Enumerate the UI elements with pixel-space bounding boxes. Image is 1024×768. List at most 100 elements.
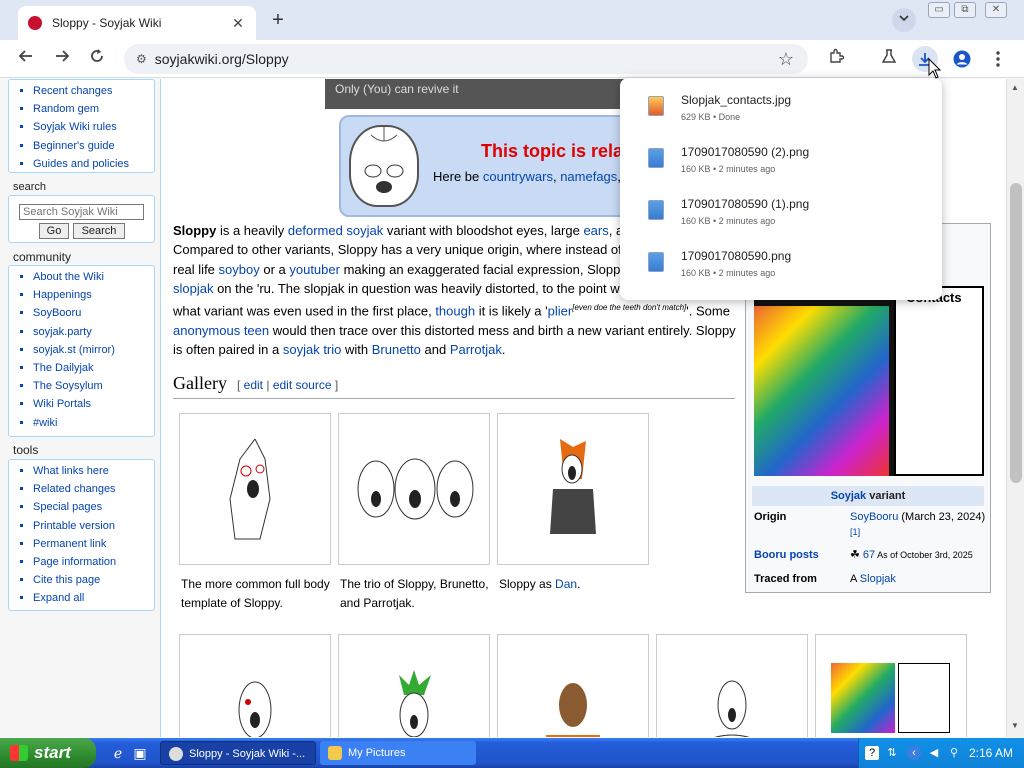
gallery-image-sloppy-dan[interactable] <box>497 413 649 565</box>
gallery-image-row2-contacts[interactable] <box>815 634 967 737</box>
address-bar[interactable]: ⚙ soyjakwiki.org/Sloppy <box>124 44 808 74</box>
minimize-button[interactable]: ▭ <box>928 2 950 18</box>
extensions-button[interactable] <box>823 46 849 72</box>
site-info-icon[interactable]: ⚙ <box>136 52 147 66</box>
sidebar-item-related-changes[interactable]: Related changes <box>33 480 154 498</box>
slopjak-link[interactable]: slopjak <box>173 281 213 296</box>
new-tab-button[interactable]: + <box>266 9 290 33</box>
download-item[interactable]: 1709017080590.png 160 KB • 2 minutes ago <box>620 240 942 292</box>
tab-close-icon[interactable]: ✕ <box>230 15 246 32</box>
download-item[interactable]: 1709017080590 (1).png 160 KB • 2 minutes… <box>620 188 942 240</box>
profile-button[interactable] <box>949 46 975 72</box>
gallery-image-row2-1[interactable] <box>179 634 331 737</box>
volume-icon[interactable]: ◀ <box>927 746 941 760</box>
sidebar-item-random-gem[interactable]: Random gem <box>33 100 154 118</box>
traced-key: Traced from <box>754 573 817 585</box>
deformed-soyjak-link[interactable]: deformed soyjak <box>288 223 383 238</box>
gallery-image-trio[interactable] <box>338 413 490 565</box>
sidebar-item-portals[interactable]: Wiki Portals <box>33 395 154 413</box>
though-link[interactable]: though <box>435 304 475 319</box>
countrywars-link[interactable]: countrywars <box>483 169 553 184</box>
scroll-up-icon[interactable]: ▲ <box>1011 83 1019 92</box>
maximize-button[interactable]: ⧉ <box>954 2 976 18</box>
soyjak-trio-link[interactable]: soyjak trio <box>283 342 342 357</box>
sidebar-item-cite[interactable]: Cite this page <box>33 571 154 589</box>
sidebar-item-soysylum[interactable]: The Soysylum <box>33 377 154 395</box>
edit-link[interactable]: edit <box>244 378 263 392</box>
ears-link[interactable]: ears <box>583 223 608 238</box>
plier-link[interactable]: plier <box>548 304 573 319</box>
sidebar-item-about[interactable]: About the Wiki <box>33 268 154 286</box>
sidebar-item-expand-all[interactable]: Expand all <box>33 589 154 607</box>
download-item[interactable]: 1709017080590 (2).png 160 KB • 2 minutes… <box>620 136 942 188</box>
screen: Sloppy - Soyjak Wiki ✕ + ▭ ⧉ ✕ ⚙ soyjakw… <box>0 0 1024 768</box>
download-meta: 160 KB • 2 minutes ago <box>681 164 776 174</box>
bookmark-star-icon[interactable]: ☆ <box>773 46 799 72</box>
edit-source-link[interactable]: edit source <box>273 378 332 392</box>
back-button[interactable] <box>13 46 39 72</box>
para-text: making an exaggerated facial expression,… <box>339 261 637 277</box>
taskbar: start ℯ ▣ Sloppy - Soyjak Wiki -... My P… <box>0 738 1024 768</box>
gallery-image-row2-2[interactable] <box>338 634 490 737</box>
tab-strip: Sloppy - Soyjak Wiki ✕ + ▭ ⧉ ✕ <box>0 0 1024 40</box>
reference-link[interactable]: [1] <box>850 527 860 537</box>
sidebar-item-dailyjak[interactable]: The Dailyjak <box>33 359 154 377</box>
sidebar-item-soyjak-party[interactable]: soyjak.party <box>33 323 154 341</box>
soyjak-link[interactable]: Soyjak <box>831 490 866 502</box>
tab-sloppy[interactable]: Sloppy - Soyjak Wiki ✕ <box>18 6 256 40</box>
anonymous-teen-link[interactable]: anonymous teen <box>173 323 269 338</box>
start-button[interactable]: start <box>0 738 96 768</box>
namefags-link[interactable]: namefags <box>560 169 617 184</box>
url-text[interactable]: soyjakwiki.org/Sloppy <box>155 51 289 67</box>
menu-button[interactable] <box>985 46 1011 72</box>
soybooru-link[interactable]: SoyBooru <box>850 511 898 523</box>
sidebar-item-permanent-link[interactable]: Permanent link <box>33 535 154 553</box>
sidebar-item-page-info[interactable]: Page information <box>33 553 154 571</box>
sidebar-item-what-links-here[interactable]: What links here <box>33 462 154 480</box>
chevron-left-icon[interactable]: ‹ <box>907 746 921 760</box>
labs-button[interactable] <box>876 46 902 72</box>
vertical-scrollbar[interactable]: ▲ ▼ <box>1006 79 1024 737</box>
notice-box: This topic is rela Here be countrywars, … <box>339 115 639 217</box>
infobox-image[interactable]: Contacts <box>754 286 984 476</box>
search-button[interactable]: Search <box>73 223 125 239</box>
reload-button[interactable] <box>84 46 110 72</box>
ie-quicklaunch-icon[interactable]: ℯ <box>110 745 126 761</box>
network-icon[interactable]: ⇅ <box>885 746 899 760</box>
parrotjak-link[interactable]: Parrotjak <box>450 342 502 357</box>
sidebar-item-beginners-guide[interactable]: Beginner's guide <box>33 137 154 155</box>
sidebar-item-wiki-irc[interactable]: #wiki <box>33 414 154 432</box>
task-chrome[interactable]: Sloppy - Soyjak Wiki -... <box>160 741 316 765</box>
go-button[interactable]: Go <box>39 223 69 239</box>
soyboy-link[interactable]: soyboy <box>219 262 260 277</box>
sidebar-item-printable[interactable]: Printable version <box>33 517 154 535</box>
sidebar-item-soybooru[interactable]: SoyBooru <box>33 304 154 322</box>
search-input[interactable] <box>19 204 144 220</box>
gallery-image-row2-3[interactable] <box>497 634 649 737</box>
sidebar-item-special-pages[interactable]: Special pages <box>33 498 154 516</box>
sidebar-item-soyjak-st[interactable]: soyjak.st (mirror) <box>33 341 154 359</box>
tab-search-button[interactable] <box>892 8 916 32</box>
sidebar-item-happenings[interactable]: Happenings <box>33 286 154 304</box>
scroll-down-icon[interactable]: ▼ <box>1011 721 1019 730</box>
gallery-image-sloppy-full[interactable] <box>179 413 331 565</box>
booru-posts-value: ☘ 67 As of October 3rd, 2025 <box>850 548 990 563</box>
slopjak-infobox-link[interactable]: Slopjak <box>860 573 896 585</box>
brunetto-link[interactable]: Brunetto <box>372 342 421 357</box>
search-icon[interactable]: ⚲ <box>947 746 961 760</box>
dan-link[interactable]: Dan <box>555 577 577 591</box>
sidebar-item-guides-policies[interactable]: Guides and policies <box>33 155 154 173</box>
download-item[interactable]: Slopjak_contacts.jpg 629 KB • Done <box>620 84 942 136</box>
desktop-quicklaunch-icon[interactable]: ▣ <box>132 745 148 761</box>
help-icon[interactable]: ? <box>865 746 879 760</box>
scrollbar-thumb[interactable] <box>1010 183 1022 483</box>
forward-button[interactable] <box>49 46 75 72</box>
booru-posts-key[interactable]: Booru posts <box>754 548 819 563</box>
close-window-button[interactable]: ✕ <box>985 2 1007 18</box>
task-my-pictures[interactable]: My Pictures <box>320 741 476 765</box>
gallery-image-row2-4[interactable] <box>656 634 808 737</box>
sidebar-item-rules[interactable]: Soyjak Wiki rules <box>33 118 154 136</box>
booru-count-link[interactable]: 67 <box>863 549 875 561</box>
youtuber-link[interactable]: youtuber <box>289 262 340 277</box>
sidebar-item-recent-changes[interactable]: Recent changes <box>33 82 154 100</box>
